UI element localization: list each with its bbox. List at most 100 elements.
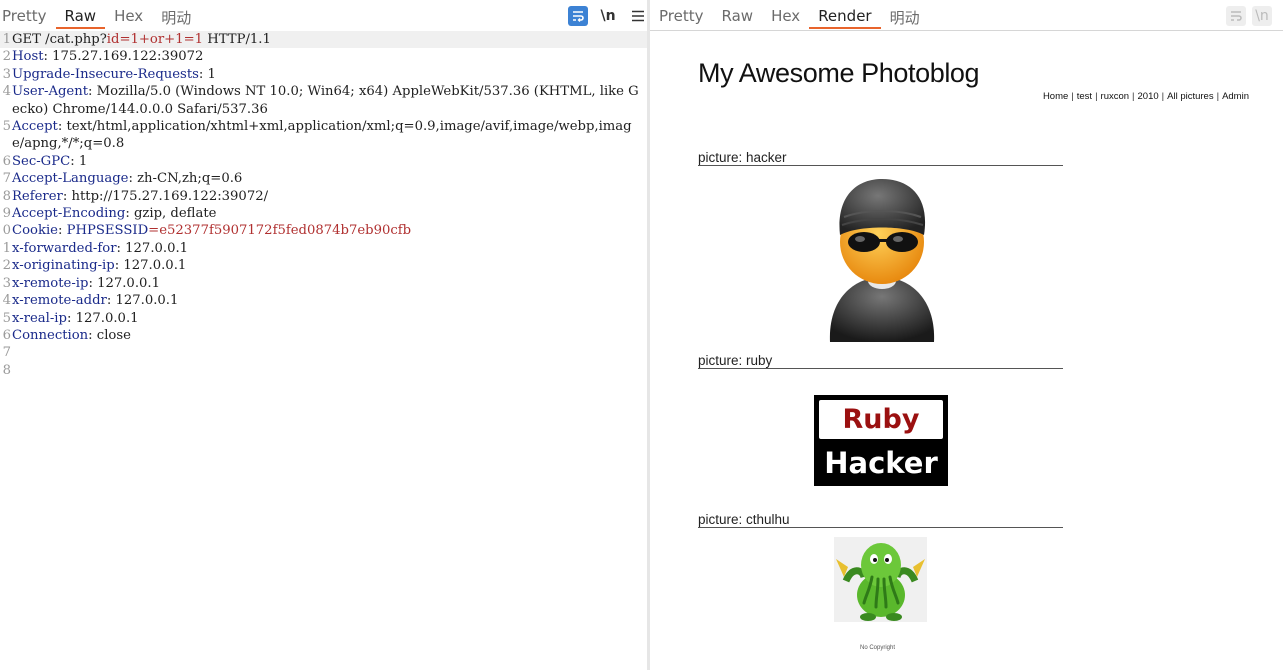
request-line[interactable]: 5 Accept: text/html,application/xhtml+xml…: [0, 118, 647, 153]
header-value: : 1: [198, 66, 216, 82]
request-line[interactable]: 3 x-remote-ip: 127.0.0.1: [0, 275, 647, 292]
ruby-logo-bottom: Hacker: [824, 446, 938, 480]
line-number: 7: [2, 345, 11, 361]
line-content: [12, 344, 640, 361]
request-line[interactable]: 4 x-remote-addr: 127.0.0.1: [0, 292, 647, 309]
line-number: 6: [2, 327, 11, 343]
header-name: Upgrade-Insecure-Requests: [12, 66, 199, 82]
line-content: Host: 175.27.169.122:39072: [12, 48, 640, 65]
header-value: : 127.0.0.1: [66, 310, 139, 326]
request-panel: Pretty Raw Hex 明动 \n 1 GET /cat.php?id=1+…: [0, 0, 647, 670]
wrap-lines-icon[interactable]: [1226, 6, 1246, 26]
nav-separator: |: [1216, 91, 1220, 102]
wrap-lines-icon[interactable]: [568, 6, 588, 26]
nav-separator: |: [1095, 91, 1098, 102]
request-line[interactable]: 1 x-forwarded-for: 127.0.0.1: [0, 240, 647, 257]
tab-extra[interactable]: 明动: [881, 0, 929, 29]
tab-extra[interactable]: 明动: [152, 0, 200, 29]
line-number: 6: [2, 153, 11, 169]
request-line[interactable]: 7: [0, 344, 647, 361]
response-toolbar: \n: [1226, 6, 1272, 26]
newline-label: \n: [600, 8, 616, 24]
nav-admin-link[interactable]: Admin: [1222, 91, 1249, 102]
line-number: 8: [2, 188, 11, 204]
line-number: 3: [2, 275, 11, 291]
newline-label: \n: [1255, 8, 1269, 24]
header-value: : 127.0.0.1: [116, 240, 189, 256]
line-content: x-forwarded-for: 127.0.0.1: [12, 240, 640, 257]
hacker-avatar-image[interactable]: [826, 177, 938, 342]
request-line[interactable]: 5 x-real-ip: 127.0.0.1: [0, 310, 647, 327]
line-content: Upgrade-Insecure-Requests: 1: [12, 66, 640, 83]
line-content: x-real-ip: 127.0.0.1: [12, 310, 640, 327]
header-name: Accept-Encoding: [12, 206, 126, 222]
request-line[interactable]: 2 x-originating-ip: 127.0.0.1: [0, 257, 647, 274]
line-number: 0: [2, 223, 11, 239]
header-name: Sec-GPC: [12, 153, 71, 169]
newline-toggle-icon[interactable]: \n: [598, 6, 618, 26]
header-value: : http://175.27.169.122:39072/: [62, 188, 269, 204]
line-number: 8: [2, 362, 11, 378]
request-line[interactable]: 4 User-Agent: Mozilla/5.0 (Windows NT 10.…: [0, 83, 647, 118]
line-number: 4: [2, 84, 11, 100]
nav-separator: |: [1132, 91, 1135, 102]
ruby-logo-top: Ruby: [819, 400, 943, 439]
menu-icon[interactable]: [628, 6, 648, 26]
response-panel: Pretty Raw Hex Render 明动 \n My Awesome P…: [650, 0, 1283, 670]
line-number: 1: [2, 32, 11, 47]
line-content: x-originating-ip: 127.0.0.1: [12, 257, 640, 274]
request-line[interactable]: 3 Upgrade-Insecure-Requests: 1: [0, 66, 647, 83]
request-line[interactable]: 8: [0, 362, 647, 379]
request-line[interactable]: 2 Host: 175.27.169.122:39072: [0, 48, 647, 65]
header-value: : close: [88, 327, 131, 343]
request-line[interactable]: 9 Accept-Encoding: gzip, deflate: [0, 205, 647, 222]
request-line[interactable]: 6 Connection: close: [0, 327, 647, 344]
nav-ruxcon-link[interactable]: ruxcon: [1101, 91, 1130, 102]
nav-all-pictures-link[interactable]: All pictures: [1167, 91, 1213, 102]
header-value: GET /cat.php?: [12, 32, 107, 47]
header-value: : 1: [70, 153, 88, 169]
tab-pretty[interactable]: Pretty: [0, 0, 56, 29]
tab-hex[interactable]: Hex: [105, 0, 152, 29]
request-editor[interactable]: 1 GET /cat.php?id=1+or+1=1 HTTP/1.1 2 Host:…: [0, 31, 647, 670]
request-toolbar: \n: [568, 6, 648, 26]
picture-caption: picture: cthulhu: [698, 512, 1063, 528]
request-line[interactable]: 6 Sec-GPC: 1: [0, 153, 647, 170]
request-tabbar: Pretty Raw Hex 明动: [0, 0, 200, 31]
request-line[interactable]: 0 Cookie: PHPSESSID=e52377f5907172f5fed08…: [0, 222, 647, 239]
cthulhu-image[interactable]: [834, 537, 927, 622]
header-name: x-forwarded-for: [12, 240, 117, 256]
rendered-page: My Awesome Photoblog Home | test | ruxcon | 20…: [650, 31, 1283, 670]
header-name: x-real-ip: [12, 310, 67, 326]
tab-raw[interactable]: Raw: [713, 0, 763, 29]
header-name: Connection: [12, 327, 89, 343]
line-number: 7: [2, 171, 11, 187]
tab-raw[interactable]: Raw: [55, 0, 106, 29]
tab-render[interactable]: Render: [809, 0, 881, 29]
line-content: [12, 362, 640, 379]
line-content: Connection: close: [12, 327, 640, 344]
tab-hex[interactable]: Hex: [762, 0, 809, 29]
line-number: 9: [2, 206, 11, 222]
header-value: : 127.0.0.1: [88, 275, 160, 291]
highlighted-value: =e52377f5907172f5fed0874b7eb90cfb: [148, 223, 412, 239]
response-tabbar: Pretty Raw Hex Render 明动: [650, 0, 1283, 31]
header-value: : zh-CN,zh;q=0.6: [128, 171, 243, 187]
line-number: 2: [2, 258, 11, 274]
request-line[interactable]: 8 Referer: http://175.27.169.122:39072/: [0, 188, 647, 205]
request-line[interactable]: 1 GET /cat.php?id=1+or+1=1 HTTP/1.1: [0, 31, 647, 49]
nav-home-link[interactable]: Home: [1043, 91, 1068, 102]
line-content: x-remote-ip: 127.0.0.1: [12, 275, 640, 292]
nav-2010-link[interactable]: 2010: [1138, 91, 1159, 102]
newline-toggle-icon[interactable]: \n: [1252, 6, 1272, 26]
request-line[interactable]: 7 Accept-Language: zh-CN,zh;q=0.6: [0, 170, 647, 187]
header-name: User-Agent: [12, 84, 89, 100]
header-value: : 175.27.169.122:39072: [43, 49, 204, 65]
nav-test-link[interactable]: test: [1077, 91, 1092, 102]
ruby-hacker-logo-image[interactable]: Ruby Hacker: [814, 395, 948, 486]
picture-block-ruby: picture: ruby: [698, 353, 1063, 369]
tab-pretty[interactable]: Pretty: [650, 0, 713, 29]
line-content: User-Agent: Mozilla/5.0 (Windows NT 10.0…: [12, 83, 640, 118]
header-name: Accept: [12, 119, 58, 135]
header-name: x-originating-ip: [12, 258, 115, 274]
